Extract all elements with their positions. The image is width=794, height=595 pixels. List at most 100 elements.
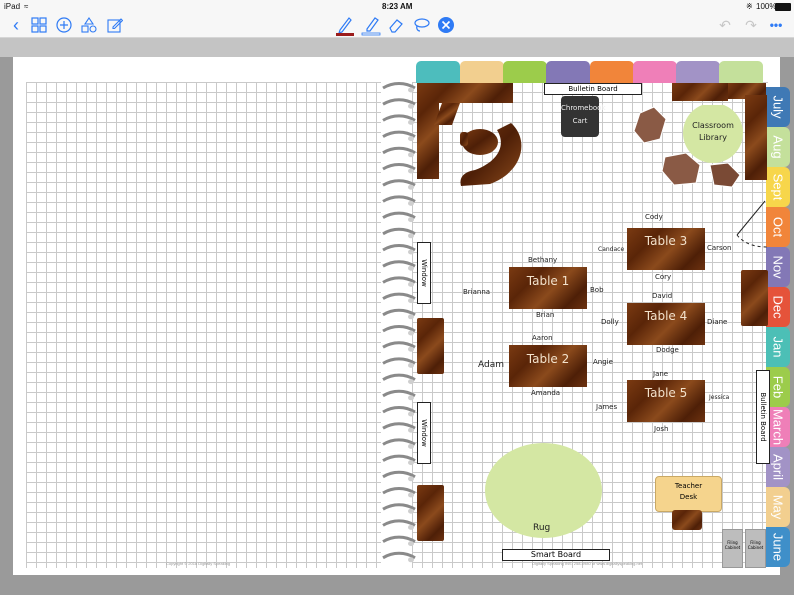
counter-left-side bbox=[417, 83, 439, 179]
shapes-icon[interactable] bbox=[80, 15, 98, 35]
spiral-ring bbox=[382, 373, 416, 381]
side-desk-left-2 bbox=[417, 485, 444, 541]
student-name: Diane bbox=[707, 318, 728, 326]
counter-right-side bbox=[745, 95, 767, 180]
pen-icon[interactable] bbox=[334, 15, 356, 36]
table-5-label: Table 5 bbox=[644, 386, 688, 400]
add-circle-icon[interactable] bbox=[55, 15, 73, 35]
student-name: Carson bbox=[707, 244, 732, 252]
top-tab-purple[interactable] bbox=[546, 61, 590, 83]
spiral-hole bbox=[408, 524, 414, 530]
top-tab-lime[interactable] bbox=[719, 61, 763, 83]
student-name: Brianna bbox=[463, 288, 491, 296]
spiral-hole bbox=[408, 492, 414, 498]
spiral-ring bbox=[382, 357, 416, 365]
filing-cabinet-2: Filing Cabinet bbox=[745, 529, 766, 568]
spiral-ring bbox=[382, 130, 416, 138]
left-grid-page[interactable] bbox=[26, 82, 381, 568]
month-tab-jan[interactable]: Jan bbox=[766, 327, 790, 367]
teacher-desk: Teacher Desk bbox=[655, 476, 722, 512]
wifi-icon: ≈ bbox=[24, 2, 29, 11]
student-name: Brian bbox=[536, 311, 555, 319]
bottom-bar bbox=[0, 575, 794, 595]
month-label: May bbox=[770, 494, 786, 520]
student-name: James bbox=[596, 403, 618, 411]
eraser-icon[interactable] bbox=[386, 15, 406, 35]
spiral-hole bbox=[408, 460, 414, 466]
month-label: Nov bbox=[770, 255, 786, 279]
top-tab-orange[interactable] bbox=[590, 61, 634, 83]
student-name: Josh bbox=[654, 425, 669, 433]
back-chevron-icon[interactable]: ‹ bbox=[8, 15, 24, 35]
student-name: Angie bbox=[593, 358, 613, 366]
spiral-ring bbox=[382, 82, 416, 90]
student-name: Jane bbox=[653, 370, 669, 378]
student-name: Cody bbox=[645, 213, 663, 221]
month-tab-dec[interactable]: Dec bbox=[766, 287, 790, 327]
spiral-ring bbox=[382, 422, 416, 430]
window-label-1: Window bbox=[417, 242, 431, 304]
spiral-hole bbox=[408, 557, 414, 563]
month-tab-may[interactable]: May bbox=[766, 487, 790, 527]
table-3-label: Table 3 bbox=[644, 234, 688, 248]
spiral-hole bbox=[408, 184, 414, 190]
month-tab-sept[interactable]: Sept bbox=[766, 167, 790, 207]
month-tab-oct[interactable]: Oct bbox=[766, 207, 790, 247]
month-tab-aug[interactable]: Aug bbox=[766, 127, 790, 167]
spiral-hole bbox=[408, 136, 414, 142]
window-label-2: Window bbox=[417, 402, 431, 464]
top-tab-teal[interactable] bbox=[416, 61, 460, 83]
spiral-hole bbox=[408, 233, 414, 239]
student-name: Dodge bbox=[656, 346, 679, 354]
spiral-ring bbox=[382, 389, 416, 398]
month-tab-july[interactable]: July bbox=[766, 87, 790, 127]
month-label: Dec bbox=[770, 295, 786, 319]
more-icon[interactable]: ••• bbox=[766, 15, 786, 35]
chromebook-cart: Chromebook Cart bbox=[561, 96, 606, 137]
top-tab-lavender[interactable] bbox=[676, 61, 720, 83]
top-tab-pink[interactable] bbox=[633, 61, 677, 83]
spiral-ring bbox=[382, 276, 416, 284]
month-tab-nov[interactable]: Nov bbox=[766, 247, 790, 287]
thumbnails-grid-icon[interactable] bbox=[30, 15, 48, 35]
copyright-left: Copyright © 2018 Digitally Speaking bbox=[166, 561, 231, 566]
highlighter-icon[interactable] bbox=[360, 15, 382, 36]
spiral-ring bbox=[382, 325, 416, 333]
spiral-ring bbox=[382, 551, 416, 560]
device-name: iPad bbox=[4, 2, 21, 11]
spiral-hole bbox=[408, 427, 414, 433]
top-tab-peach[interactable] bbox=[460, 61, 504, 83]
lasso-icon[interactable] bbox=[411, 15, 431, 35]
close-circle-icon[interactable] bbox=[436, 15, 456, 35]
spiral-hole bbox=[408, 87, 414, 93]
top-tab-green[interactable] bbox=[503, 61, 547, 83]
spiral-ring bbox=[382, 211, 416, 219]
spiral-hole bbox=[408, 443, 414, 449]
month-tab-june[interactable]: June bbox=[766, 527, 790, 567]
edit-square-icon[interactable] bbox=[106, 15, 124, 35]
spiral-ring bbox=[382, 146, 416, 155]
undo-icon[interactable]: ↶ bbox=[716, 15, 734, 35]
redo-icon[interactable]: ↷ bbox=[742, 15, 760, 35]
spiral-ring bbox=[382, 227, 416, 236]
bluetooth-icon: ※ bbox=[746, 2, 753, 11]
teacher-desk-label: Teacher Desk bbox=[674, 482, 703, 501]
classroom-library-label: Classroom Library bbox=[692, 121, 734, 142]
status-bar: iPad ≈ 8:23 AM ※ 100% bbox=[0, 0, 794, 13]
spiral-hole bbox=[408, 265, 414, 271]
student-name: Dolly bbox=[601, 318, 619, 326]
spiral-hole bbox=[408, 168, 414, 174]
month-label: July bbox=[770, 95, 786, 119]
student-name: Jessica bbox=[709, 394, 730, 401]
spiral-ring bbox=[382, 308, 416, 317]
battery-percent: 100% bbox=[756, 2, 777, 11]
spiral-hole bbox=[408, 476, 414, 482]
spiral-ring bbox=[382, 438, 416, 446]
spiral-hole bbox=[408, 411, 414, 417]
bulletin-board-side: Bulletin Board bbox=[756, 370, 770, 464]
side-desk-right bbox=[741, 270, 768, 326]
student-name: Amanda bbox=[531, 389, 561, 397]
month-label: Feb bbox=[770, 375, 786, 399]
student-name: Adam bbox=[478, 360, 504, 370]
student-name: Candace bbox=[598, 246, 625, 253]
